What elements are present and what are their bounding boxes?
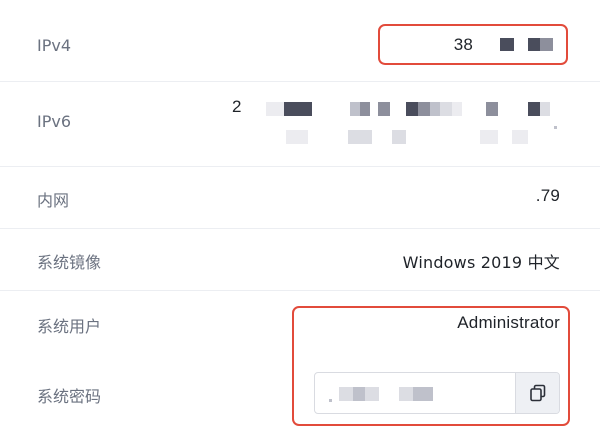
ipv6-redacted-block	[350, 102, 360, 116]
system-password-label: 系统密码	[37, 387, 102, 406]
ipv6-redacted-block	[286, 130, 308, 144]
credentials-highlight-box	[292, 306, 570, 426]
ipv4-label: IPv4	[37, 36, 72, 55]
ipv6-redacted-block	[452, 102, 462, 116]
ipv6-redacted-block	[378, 102, 390, 116]
ipv6-redacted-block	[266, 102, 284, 116]
row-system-image: 系统镜像 Windows 2019 中文	[0, 229, 600, 291]
ipv6-redacted-block	[440, 102, 452, 116]
ipv6-label: IPv6	[37, 112, 72, 131]
ipv6-redacted-block	[406, 102, 418, 116]
system-image-label: 系统镜像	[37, 253, 102, 272]
ipv6-redacted-block	[418, 102, 430, 116]
system-image-value: Windows 2019 中文	[402, 253, 560, 272]
ipv6-redacted-block	[512, 130, 528, 144]
intranet-label: 内网	[37, 191, 70, 210]
ipv6-redacted-block	[430, 102, 440, 116]
row-intranet: 内网 .79	[0, 167, 600, 229]
row-ipv6: IPv6 2	[0, 82, 600, 167]
ipv6-redacted-block	[554, 126, 557, 129]
ipv6-redacted-block	[348, 130, 372, 144]
ipv6-redacted-block	[528, 102, 540, 116]
ipv6-redacted-block	[392, 130, 406, 144]
ipv6-redacted-block	[480, 130, 498, 144]
ipv6-value: 2	[232, 97, 242, 116]
system-user-label: 系统用户	[37, 317, 102, 336]
intranet-value: .79	[535, 186, 560, 205]
ipv6-redacted-block	[540, 102, 550, 116]
ipv6-redacted-block	[486, 102, 498, 116]
ipv4-highlight-box	[378, 24, 568, 65]
ipv6-redacted-block	[360, 102, 370, 116]
ipv6-redacted-block	[284, 102, 312, 116]
